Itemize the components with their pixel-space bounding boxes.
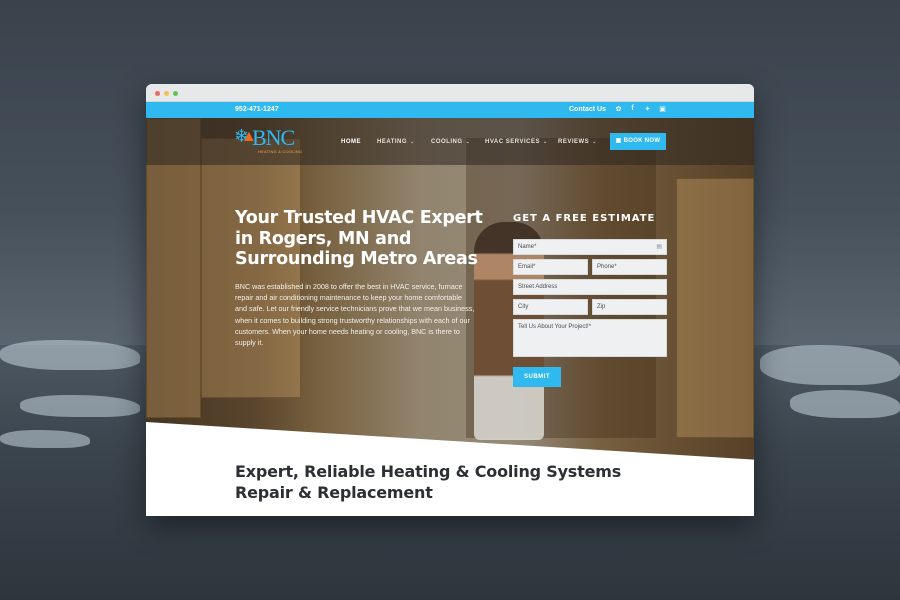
- ice-floe: [0, 430, 90, 448]
- browser-title-bar: [146, 84, 754, 102]
- minimize-window-button[interactable]: [164, 91, 169, 96]
- book-now-button[interactable]: ▣ BOOK NOW: [610, 133, 666, 150]
- hero-intro-text: BNC was established in 2008 to offer the…: [235, 282, 475, 348]
- chevron-down-icon: ⌄: [410, 139, 415, 145]
- ice-floe: [760, 345, 900, 385]
- yelp-icon[interactable]: ✿: [614, 105, 623, 113]
- close-window-button[interactable]: [155, 91, 160, 96]
- logo-brand-text: BNC: [252, 125, 295, 150]
- submit-button[interactable]: SUBMIT: [513, 367, 561, 387]
- nav-cooling[interactable]: COOLING ⌄: [431, 139, 470, 145]
- facebook-icon[interactable]: f: [628, 105, 637, 112]
- nav-home-label: HOME: [341, 139, 361, 145]
- contact-us-link[interactable]: Contact Us: [569, 106, 606, 113]
- name-field-placeholder: Name*: [518, 244, 537, 250]
- phone-field[interactable]: Phone*: [592, 259, 667, 275]
- nav-hvac-services[interactable]: HVAC SERVICES ⌄: [485, 139, 548, 145]
- zip-field-placeholder: Zip: [597, 304, 606, 310]
- ice-floe: [790, 390, 900, 418]
- nav-reviews[interactable]: REVIEWS ⌄: [558, 139, 597, 145]
- bnc-logo[interactable]: ❄ ▲ BNC HEATING & COOLING: [234, 127, 310, 157]
- street-address-field[interactable]: Street Address: [513, 279, 667, 295]
- nav-cooling-label: COOLING: [431, 139, 463, 145]
- hero-cabinet-decor: [676, 178, 754, 438]
- section-title: Expert, Reliable Heating & Cooling Syste…: [235, 462, 622, 502]
- email-field[interactable]: Email*: [513, 259, 588, 275]
- nav-hvac-services-label: HVAC SERVICES: [485, 139, 540, 145]
- autofill-icon[interactable]: ▤: [656, 240, 662, 255]
- zip-field[interactable]: Zip: [592, 299, 667, 315]
- ice-floe: [20, 395, 140, 417]
- ice-floe: [0, 340, 140, 370]
- chevron-down-icon: ⌄: [542, 139, 548, 145]
- phone-link[interactable]: 952-471-1247: [235, 106, 279, 113]
- project-description-placeholder: Tell Us About Your Project!*: [518, 324, 592, 330]
- city-field-placeholder: City: [518, 304, 529, 310]
- twitter-icon[interactable]: ✦: [643, 105, 652, 113]
- project-description-textarea[interactable]: Tell Us About Your Project!*: [513, 319, 667, 357]
- instagram-icon[interactable]: ▣: [658, 105, 667, 113]
- estimate-form-title: GET A FREE ESTIMATE: [513, 213, 656, 224]
- name-field[interactable]: Name* ▤: [513, 239, 667, 255]
- nav-heating-label: HEATING: [377, 139, 408, 145]
- email-field-placeholder: Email*: [518, 264, 536, 270]
- chevron-down-icon: ⌄: [592, 139, 597, 145]
- browser-window: 952-471-1247 Contact Us ✿ f ✦ ▣ ❄ ▲ BNC …: [146, 84, 754, 516]
- book-now-label: BOOK NOW: [623, 138, 661, 144]
- calendar-icon: ▣: [615, 138, 622, 144]
- phone-field-placeholder: Phone*: [597, 264, 617, 270]
- maximize-window-button[interactable]: [173, 91, 178, 96]
- city-field[interactable]: City: [513, 299, 588, 315]
- street-address-placeholder: Street Address: [518, 284, 558, 290]
- logo-tagline: HEATING & COOLING: [258, 149, 303, 154]
- chevron-down-icon: ⌄: [465, 139, 471, 145]
- top-contact-bar: 952-471-1247 Contact Us ✿ f ✦ ▣: [146, 102, 754, 118]
- nav-reviews-label: REVIEWS: [558, 139, 590, 145]
- nav-heating[interactable]: HEATING ⌄: [377, 139, 415, 145]
- hero-headline: Your Trusted HVAC Expert in Rogers, MN a…: [235, 208, 483, 269]
- nav-home[interactable]: HOME: [341, 139, 361, 145]
